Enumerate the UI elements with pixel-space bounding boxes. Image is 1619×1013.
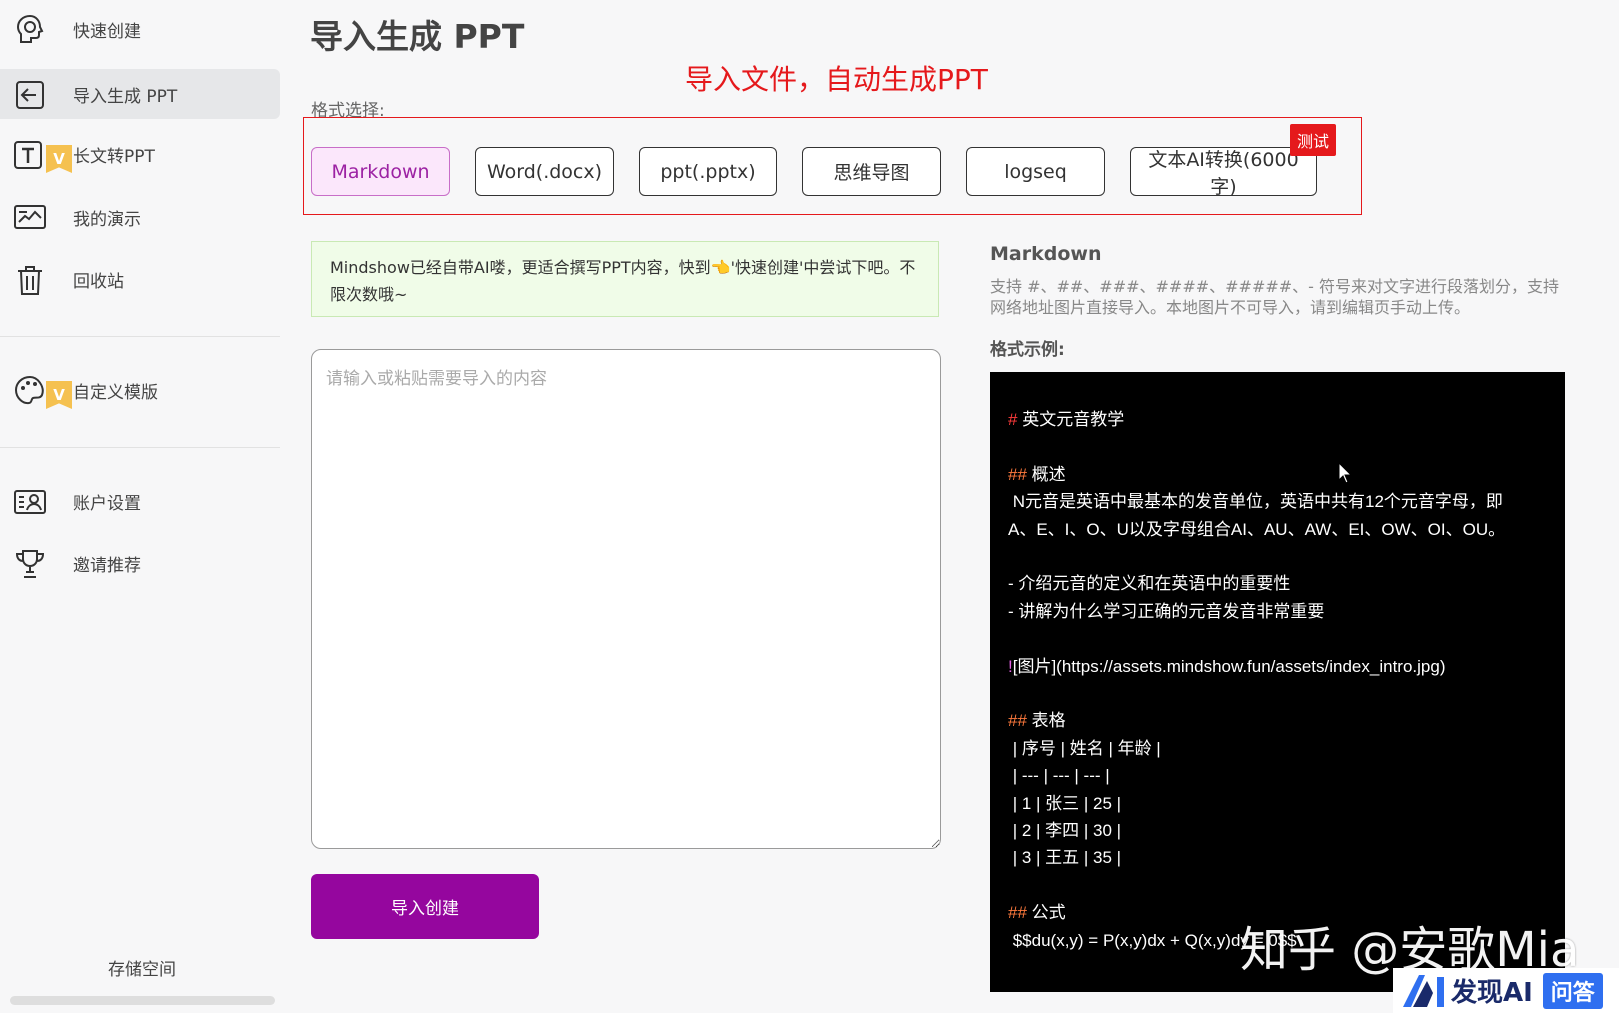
brand-name: 发现AI: [1451, 978, 1533, 1008]
format-option-markdown[interactable]: Markdown: [311, 147, 450, 196]
format-example-code: # 英文元音教学 ## 概述 N元音是英语中最基本的发音单位，英语中共有12个元音…: [990, 372, 1565, 992]
vip-badge: V: [46, 381, 72, 409]
mouse-cursor-icon: [1338, 462, 1352, 484]
code-text: - 介绍元音的定义和在英语中的重要性: [1008, 574, 1291, 594]
code-line: | 1 | 张三 | 25 |: [1008, 790, 1547, 817]
code-text: 概述: [1026, 464, 1066, 484]
code-text: 表格: [1026, 711, 1066, 731]
presentation-icon: [12, 200, 48, 236]
code-line: | 序号 | 姓名 | 年龄 |: [1008, 735, 1547, 762]
test-badge: 测试: [1290, 124, 1336, 156]
brand-tag: 问答: [1542, 972, 1603, 1009]
import-create-button[interactable]: 导入创建: [311, 874, 539, 939]
code-line: | --- | --- | --- |: [1008, 762, 1547, 789]
sidebar-item-label: 长文转PPT: [73, 146, 155, 167]
code-text: | 3 | 王五 | 35 |: [1008, 848, 1122, 868]
code-line: # 英文元音教学: [1008, 406, 1547, 433]
sidebar-item-trash[interactable]: 回收站: [0, 254, 280, 304]
format-option-mindmap[interactable]: 思维导图: [802, 147, 941, 196]
annotation-text: 导入文件，自动生成PPT: [685, 63, 988, 96]
sidebar-item-custom-template[interactable]: V 自定义模版: [0, 365, 280, 415]
markdown-symbol: ##: [1008, 711, 1027, 731]
example-title: 格式示例:: [990, 340, 1065, 360]
import-icon: [12, 77, 48, 113]
sidebar-item-long-text[interactable]: V 长文转PPT: [0, 129, 280, 179]
code-text: | 序号 | 姓名 | 年龄 |: [1008, 738, 1161, 758]
format-option-logseq[interactable]: logseq: [966, 147, 1105, 196]
storage-progress-bar: [10, 996, 275, 1005]
code-text: A、E、I、O、U以及字母组合AI、AU、AW、EI、OW、OI、OU。: [1008, 519, 1506, 539]
sidebar-item-label: 我的演示: [73, 209, 141, 230]
format-option-pptx[interactable]: ppt(.pptx): [639, 147, 777, 196]
markdown-symbol: ##: [1008, 464, 1027, 484]
trash-icon: [12, 262, 48, 298]
code-line: N元音是英语中最基本的发音单位，英语中共有12个元音字母，即: [1008, 488, 1547, 515]
notice-banner: Mindshow已经自带AI喽，更适合撰写PPT内容，快到👈'快速创建'中尝试下…: [311, 241, 939, 317]
code-line: A、E、I、O、U以及字母组合AI、AU、AW、EI、OW、OI、OU。: [1008, 516, 1547, 543]
format-option-word[interactable]: Word(.docx): [475, 147, 614, 196]
palette-icon: [12, 373, 48, 409]
divider: [0, 336, 280, 337]
format-option-ai-text[interactable]: 文本AI转换(6000字): [1130, 147, 1317, 198]
code-line: - 介绍元音的定义和在英语中的重要性: [1008, 570, 1547, 597]
sidebar-item-label: 邀请推荐: [73, 555, 141, 576]
code-text: 英文元音教学: [1017, 410, 1125, 429]
pointing-hand-icon: 👈: [710, 258, 731, 277]
notice-text: Mindshow已经自带AI喽，更适合撰写PPT内容，快到: [330, 258, 711, 277]
storage-label: 存储空间: [108, 960, 176, 980]
code-text: [图片](https://assets.mindshow.fun/assets/…: [1012, 656, 1446, 676]
text-icon: [12, 137, 48, 173]
page-title: 导入生成 PPT: [310, 17, 525, 56]
trophy-icon: [12, 546, 48, 582]
format-description: 支持 #、##、###、####、#####、- 符号来对文字进行段落划分，支持…: [990, 277, 1560, 317]
sidebar-item-invite[interactable]: 邀请推荐: [0, 538, 280, 588]
sidebar: 快速创建 导入生成 PPT V 长文转PPT 我的演示 回收站 V 自定义模版: [0, 0, 280, 1013]
sidebar-item-my-presentations[interactable]: 我的演示: [0, 192, 280, 242]
sidebar-item-label: 快速创建: [73, 21, 141, 42]
brand-logo-icon: [1403, 974, 1444, 1007]
code-line: ## 概述: [1008, 461, 1547, 488]
code-line: ![图片](https://assets.mindshow.fun/assets…: [1008, 653, 1547, 680]
sidebar-item-quick-create[interactable]: 快速创建: [0, 4, 280, 54]
content-input[interactable]: [311, 349, 941, 849]
code-line: | 3 | 王五 | 35 |: [1008, 844, 1547, 871]
code-text: | 1 | 张三 | 25 |: [1008, 793, 1122, 813]
sidebar-item-label: 自定义模版: [73, 382, 158, 403]
sidebar-item-label: 导入生成 PPT: [73, 86, 178, 107]
sidebar-item-account[interactable]: 账户设置: [0, 476, 280, 526]
format-title: Markdown: [990, 243, 1102, 265]
divider: [0, 447, 280, 448]
code-text: N元音是英语中最基本的发音单位，英语中共有12个元音字母，即: [1008, 492, 1503, 512]
account-icon: [12, 484, 48, 520]
content-input-wrapper: [311, 349, 941, 849]
markdown-symbol: ##: [1008, 903, 1027, 923]
code-line: - 讲解为什么学习正确的元音发音非常重要: [1008, 598, 1547, 625]
code-text: 公式: [1026, 903, 1066, 923]
code-line: | 2 | 李四 | 30 |: [1008, 817, 1547, 844]
sidebar-item-label: 回收站: [73, 271, 124, 292]
code-text: | --- | --- | --- |: [1008, 766, 1110, 786]
vip-badge: V: [46, 145, 72, 173]
code-text: | 2 | 李四 | 30 |: [1008, 821, 1122, 841]
code-line: ## 表格: [1008, 707, 1547, 734]
brain-icon: [12, 12, 48, 48]
sidebar-item-label: 账户设置: [73, 493, 141, 514]
brand-badge: 发现AI 问答: [1393, 968, 1619, 1013]
sidebar-item-import-ppt[interactable]: 导入生成 PPT: [0, 69, 280, 119]
code-text: - 讲解为什么学习正确的元音发音非常重要: [1008, 601, 1325, 621]
